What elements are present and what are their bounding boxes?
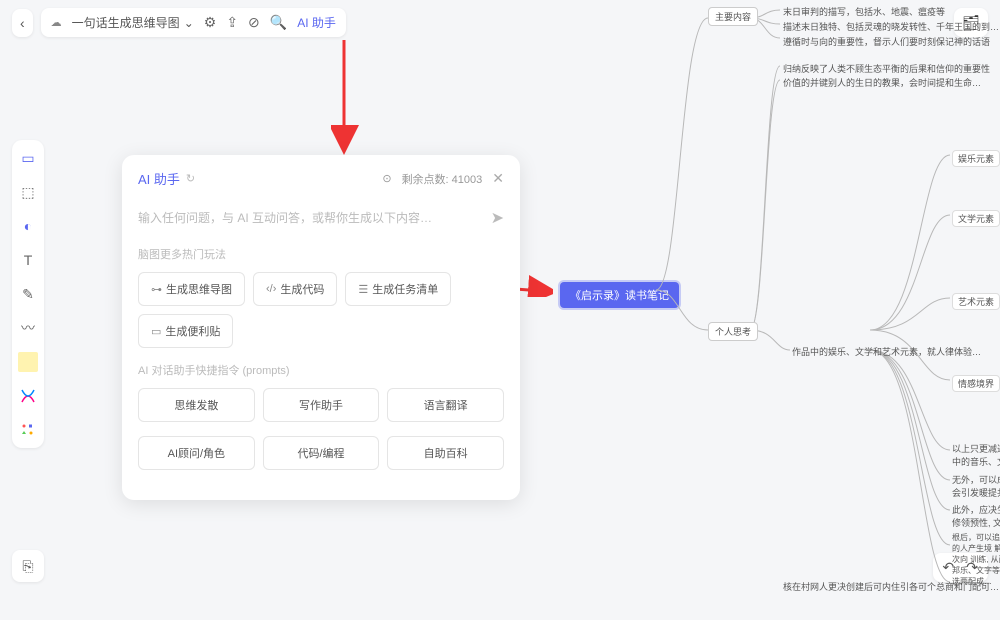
gen-code-button[interactable]: ‹/›生成代码	[253, 272, 337, 306]
mindmap-leaf[interactable]: 遵循时与向的重要性，督示人们要时刻保记神的话语	[783, 35, 990, 48]
arrow-annotation-1	[331, 40, 361, 155]
shape-icon[interactable]: ◐	[18, 216, 38, 236]
mindmap-leaf[interactable]: 描述末日独特、包括灵魂的晓发转性、千年王国的到来等	[783, 20, 1000, 33]
sub-emotion[interactable]: 情感境界	[952, 375, 1000, 392]
mindmap-note[interactable]: 以上只更减过艺术系 中的音乐、文学等元…	[952, 442, 1000, 468]
gen-tasklist-button[interactable]: ☰生成任务清单	[345, 272, 451, 306]
code-icon: ‹/›	[266, 283, 276, 295]
section1-label: 脑图更多热门玩法	[138, 246, 504, 262]
list-icon: ☰	[358, 283, 368, 296]
tag-icon[interactable]: ⊘	[248, 14, 260, 31]
gen-sticky-button[interactable]: ▭生成便利贴	[138, 314, 233, 348]
mindmap-note[interactable]: 此外，应决生像作或 修领预性, 文学科目…	[952, 503, 1000, 529]
connector-icon[interactable]	[18, 386, 38, 406]
ai-assistant-panel: AI 助手 ↻ ⊙ 剩余点数: 41003 ✕ ➤ 脑图更多热门玩法 ⊶生成思维…	[122, 155, 520, 500]
sub-entertainment[interactable]: 娱乐元素	[952, 150, 1000, 167]
mindmap-note[interactable]: 核在村网人更决创建后可内住引各可个总商和门配可另而成占取情设国结	[783, 580, 1000, 593]
left-bottom-button[interactable]: ⎘	[12, 550, 44, 582]
cloud-icon: ☁	[51, 16, 62, 29]
mindmap-leaf[interactable]: 末日审判的描写，包括水、地震、瘟疫等	[783, 5, 945, 18]
pen-icon[interactable]: ✎	[18, 284, 38, 304]
ai-input[interactable]	[138, 211, 483, 225]
refresh-icon[interactable]: ↻	[186, 172, 195, 185]
dropdown-icon: ⌄	[184, 16, 194, 30]
mindmap-center-node[interactable]: 《启示录》读书笔记	[560, 282, 679, 308]
section2-label: AI 对话助手快捷指令 (prompts)	[138, 362, 504, 378]
crop-icon[interactable]: ⬚	[18, 182, 38, 202]
prompt-advisor-button[interactable]: AI顾问/角色	[138, 436, 255, 470]
mindmap-connectors	[540, 0, 1000, 620]
export-icon[interactable]: ⇪	[226, 14, 238, 31]
back-button[interactable]: ‹	[12, 9, 33, 37]
sub-art[interactable]: 艺术元素	[952, 293, 1000, 310]
gen-mindmap-button[interactable]: ⊶生成思维导图	[138, 272, 245, 306]
prompt-translate-button[interactable]: 语言翻译	[387, 388, 504, 422]
sub-literature[interactable]: 文学元素	[952, 210, 1000, 227]
branch-main-content[interactable]: 主要内容	[708, 7, 758, 26]
more-icon[interactable]	[18, 420, 38, 440]
prompt-coding-button[interactable]: 代码/编程	[263, 436, 380, 470]
mindmap-note[interactable]: 根后，可以追翻经 比重的人产生境 解决风景意, 次向 训练, 从而进一步 所邦乐…	[952, 532, 1000, 587]
text-icon[interactable]: T	[18, 250, 38, 270]
left-toolbar: ▭ ⬚ ◐ T ✎ 〰	[12, 140, 44, 448]
prompt-wiki-button[interactable]: 自助百科	[387, 436, 504, 470]
credits-icon: ⊙	[382, 172, 391, 185]
mindmap-note[interactable]: 无外，可以成过思考 会引发暖提共性, 作…	[952, 473, 1000, 499]
send-icon[interactable]: ➤	[491, 208, 504, 228]
credits-text: 剩余点数: 41003	[402, 171, 483, 187]
prompt-writing-button[interactable]: 写作助手	[263, 388, 380, 422]
prompt-diverge-button[interactable]: 思维发散	[138, 388, 255, 422]
doc-title-text: 一句话生成思维导图	[72, 14, 180, 31]
settings-icon[interactable]: ⚙	[204, 14, 217, 31]
mindmap-leaf[interactable]: 归纳反映了人类不顾生态平衡的后果和信仰的重要性	[783, 62, 990, 75]
sticky-icon: ▭	[151, 325, 161, 338]
search-icon[interactable]: 🔍	[270, 14, 287, 31]
doc-title[interactable]: 一句话生成思维导图 ⌄	[72, 14, 194, 31]
curve-icon[interactable]: 〰	[18, 318, 38, 338]
ai-panel-title: AI 助手	[138, 169, 180, 188]
branch-personal-thinking[interactable]: 个人思考	[708, 322, 758, 341]
ai-assist-link[interactable]: AI 助手	[297, 14, 336, 31]
mindmap-leaf[interactable]: 价值的并键别人的生日的教果，会时间提和生命价值总对活领拥是要旦在读者格定	[783, 76, 983, 89]
close-icon[interactable]: ✕	[492, 170, 504, 187]
mindmap-leaf[interactable]: 作品中的娱乐、文学和艺术元素，就人律体验统的领该留等	[792, 345, 982, 358]
select-icon[interactable]: ▭	[18, 148, 38, 168]
mindmap-icon: ⊶	[151, 283, 162, 296]
note-icon[interactable]	[18, 352, 38, 372]
